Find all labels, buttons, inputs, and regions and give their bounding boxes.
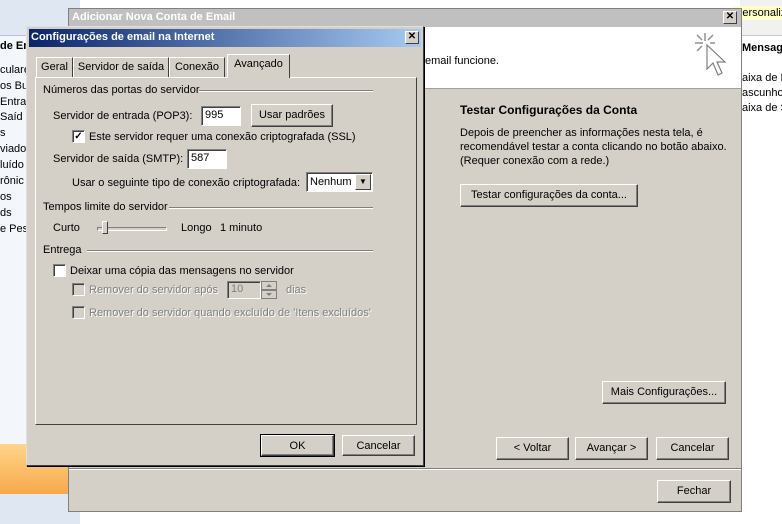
remove-after-days-input[interactable]: 10 — [227, 281, 261, 299]
more-settings-button[interactable]: Mais Configurações... — [602, 381, 726, 404]
timeout-slider-thumb[interactable] — [102, 221, 108, 234]
background-message-folder[interactable]: ascunho — [742, 87, 782, 100]
email-settings-dialog: Configurações de email na Internet ✕ Ger… — [26, 26, 424, 466]
ssl-checkbox-label: Este servidor requer uma conexão criptog… — [89, 131, 356, 143]
group-divider — [199, 90, 373, 92]
cancel-wizard-label: Cancelar — [670, 442, 715, 454]
test-account-settings-button[interactable]: Testar configurações da conta... — [460, 184, 638, 207]
tab-avancado[interactable]: Avançado — [227, 54, 290, 78]
encryption-type-select[interactable]: Nenhum ▼ — [306, 172, 373, 192]
incoming-port-input[interactable]: 995 — [201, 106, 241, 126]
background-folder-item[interactable]: viado — [0, 143, 26, 155]
background-folder-item[interactable]: os — [0, 191, 12, 203]
timeout-long-label: Longo — [181, 222, 212, 234]
next-label: Avançar > — [586, 442, 637, 454]
background-message-folder[interactable]: aixa de E — [742, 72, 782, 85]
outgoing-server-label: Servidor de saída (SMTP): — [53, 153, 184, 165]
cancel-button[interactable]: Cancelar — [342, 435, 415, 456]
email-settings-titlebar: Configurações de email na Internet ✕ — [29, 29, 421, 47]
tab-servidor-de-saida[interactable]: Servidor de saída — [73, 57, 169, 77]
timeout-value: 1 minuto — [220, 222, 263, 234]
next-button[interactable]: Avançar > — [575, 437, 648, 460]
test-account-settings-label: Testar configurações da conta... — [471, 189, 627, 201]
cancel-label: Cancelar — [356, 440, 401, 452]
background-folder-item[interactable]: luído — [0, 159, 24, 171]
ok-label: OK — [289, 440, 306, 452]
background-folder-item[interactable]: rônic — [0, 175, 24, 187]
background-folder-item[interactable]: os Bu — [0, 80, 28, 92]
chevron-down-icon[interactable]: ▼ — [355, 174, 371, 190]
back-label: < Voltar — [513, 442, 552, 454]
add-account-close-icon[interactable]: ✕ — [723, 11, 737, 24]
remove-deleted-checkbox[interactable] — [72, 306, 85, 319]
background-folder-item[interactable]: Entra — [0, 96, 26, 108]
background-folder-item[interactable]: ds — [0, 207, 12, 219]
incoming-server-label: Servidor de entrada (POP3): — [53, 110, 193, 122]
add-account-titlebar: Adicionar Nova Conta de Email ✕ — [69, 9, 741, 27]
tab-conexao[interactable]: Conexão — [169, 57, 225, 77]
timeouts-group-label: Tempos limite do servidor — [43, 201, 168, 213]
footer-separator — [69, 468, 741, 470]
ssl-checkbox[interactable]: ✓ — [72, 130, 85, 143]
background-folder-item[interactable]: e Pes — [0, 223, 28, 235]
days-spinner-icon[interactable] — [261, 281, 277, 299]
test-settings-description: Depois de preencher as informações nesta… — [460, 127, 727, 167]
tab-avancado-label: Avançado — [234, 58, 283, 70]
close-label: Fechar — [676, 485, 712, 497]
remove-after-label: Remover do servidor após — [89, 284, 219, 296]
tab-geral[interactable]: Geral — [36, 57, 73, 77]
delivery-group-label: Entrega — [43, 244, 82, 256]
tab-geral-label: Geral — [41, 61, 68, 73]
use-defaults-label: Usar padrões — [258, 109, 326, 121]
tab-conexao-label: Conexão — [174, 61, 220, 73]
add-account-title: Adicionar Nova Conta de Email — [72, 11, 236, 23]
more-settings-label: Mais Configurações... — [610, 386, 718, 398]
back-button[interactable]: < Voltar — [496, 437, 569, 460]
group-divider — [87, 250, 373, 252]
remove-after-checkbox[interactable] — [72, 283, 85, 296]
leave-copy-label: Deixar uma cópia das mensagens no servid… — [70, 265, 294, 277]
email-settings-title: Configurações de email na Internet — [31, 31, 215, 43]
add-account-header-text: email funcione. — [425, 55, 499, 67]
remove-deleted-label: Remover do servidor quando excluído de '… — [89, 307, 371, 319]
email-settings-close-icon[interactable]: ✕ — [405, 31, 419, 44]
server-ports-group-label: Números das portas do servidor — [43, 84, 200, 96]
background-folder-item[interactable]: s — [0, 127, 6, 139]
background-message-folder[interactable]: aixa de S — [742, 102, 782, 115]
encryption-type-value: Nenhum — [310, 176, 352, 188]
encryption-type-label: Usar o seguinte tipo de conexão criptogr… — [72, 177, 301, 189]
background-folder-item[interactable]: Saíd — [0, 111, 23, 123]
close-button[interactable]: Fechar — [657, 480, 731, 503]
timeout-short-label: Curto — [53, 222, 80, 234]
ok-button[interactable]: OK — [260, 434, 335, 457]
group-divider — [169, 207, 373, 209]
use-defaults-button[interactable]: Usar padrões — [251, 104, 333, 127]
cursor-sparkle-icon — [695, 33, 727, 76]
tab-servidor-de-saida-label: Servidor de saída — [77, 61, 165, 73]
outgoing-port-input[interactable]: 587 — [187, 149, 227, 169]
test-settings-title: Testar Configurações da Conta — [460, 103, 638, 117]
days-label: dias — [286, 284, 307, 296]
leave-copy-checkbox[interactable] — [53, 264, 66, 277]
background-messages-header: Mensag — [742, 42, 782, 54]
cancel-wizard-button[interactable]: Cancelar — [656, 437, 729, 460]
